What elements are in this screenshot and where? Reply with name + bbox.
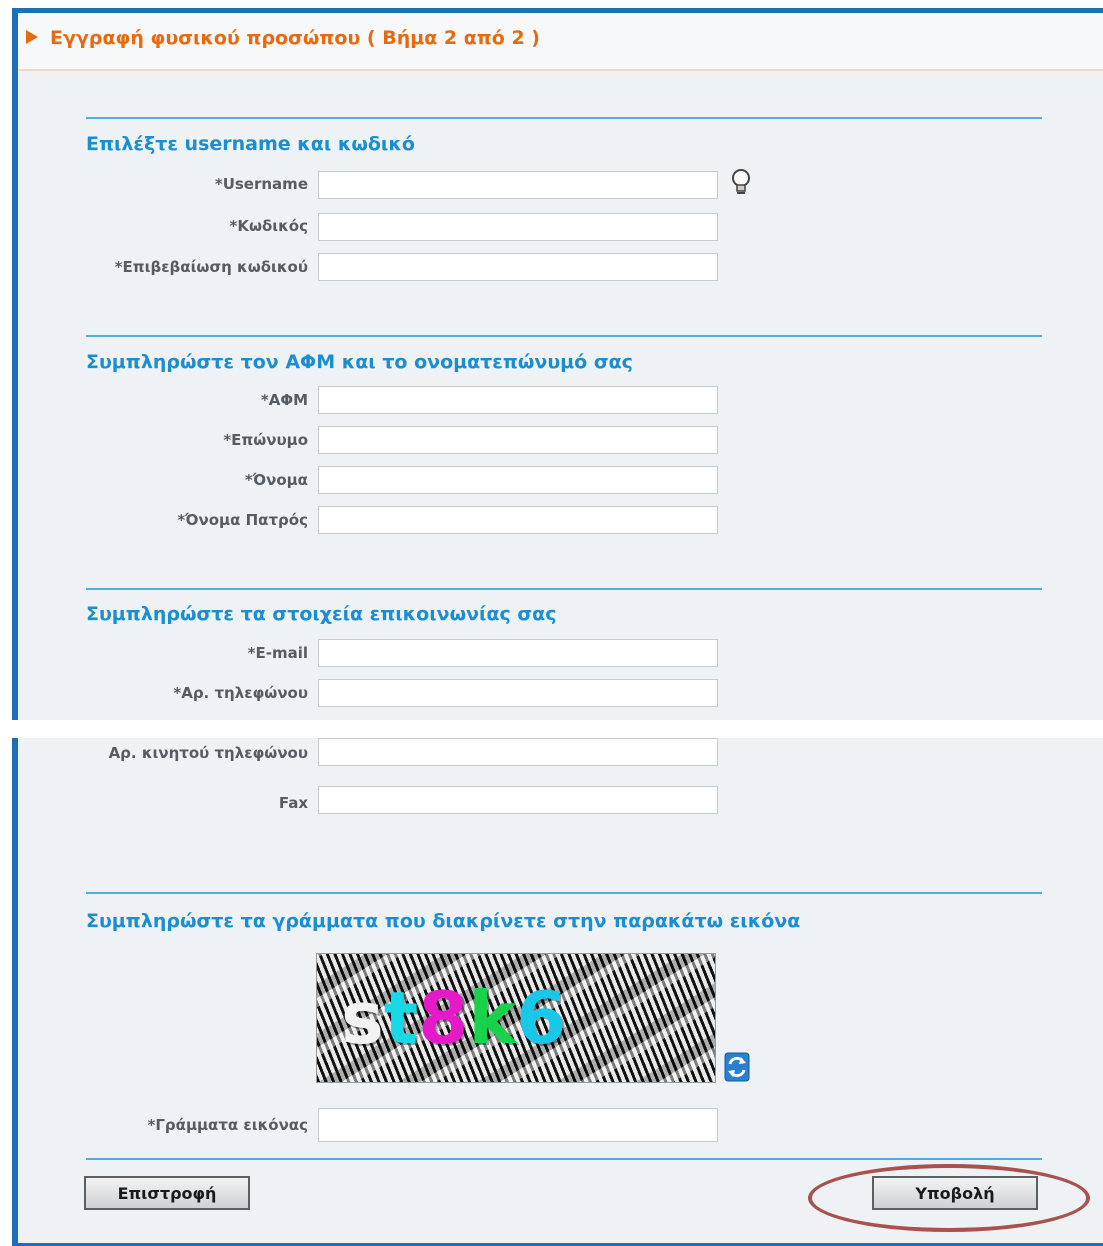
username-label: *Username [214, 175, 308, 193]
afm-label: *ΑΦΜ [260, 391, 308, 409]
captcha-input[interactable] [318, 1108, 718, 1142]
first-name-input[interactable] [318, 466, 718, 494]
back-button[interactable]: Επιστροφή [84, 1176, 250, 1210]
divider [86, 892, 1042, 894]
arrow-right-icon [26, 30, 38, 44]
divider [86, 588, 1042, 590]
password-input[interactable] [318, 213, 718, 241]
captcha-label: *Γράμματα εικόνας [147, 1116, 309, 1134]
registration-form-top: Εγγραφή φυσικού προσώπου ( Βήμα 2 από 2 … [12, 8, 1103, 720]
refresh-icon[interactable] [724, 1052, 750, 1082]
captcha-char: s [341, 976, 384, 1060]
registration-form-bottom: Αρ. κινητού τηλεφώνου Fax Συμπληρώστε τα… [12, 738, 1103, 1246]
mobile-input[interactable] [318, 738, 718, 766]
section-title-captcha: Συμπληρώστε τα γράμματα που διακρίνετε σ… [86, 910, 801, 932]
afm-input[interactable] [318, 386, 718, 414]
confirm-password-input[interactable] [318, 253, 718, 281]
captcha-image: st8k6 [316, 953, 716, 1083]
fax-input[interactable] [318, 786, 718, 814]
divider [86, 1158, 1042, 1160]
captcha-char: 6 [516, 976, 567, 1060]
surname-input[interactable] [318, 426, 718, 454]
first-name-label: *Όνομα [244, 471, 308, 489]
captcha-char: 8 [418, 976, 469, 1060]
page-header: Εγγραφή φυσικού προσώπου ( Βήμα 2 από 2 … [18, 13, 1103, 71]
fax-label: Fax [278, 794, 308, 812]
confirm-password-label: *Επιβεβαίωση κωδικού [114, 258, 308, 276]
section-title-contact: Συμπληρώστε τα στοιχεία επικοινωνίας σας [86, 603, 557, 625]
phone-label: *Αρ. τηλεφώνου [173, 684, 308, 702]
mobile-label: Αρ. κινητού τηλεφώνου [108, 744, 308, 762]
captcha-char: t [383, 976, 419, 1060]
phone-input[interactable] [318, 679, 718, 707]
email-input[interactable] [318, 639, 718, 667]
captcha-text: st8k6 [341, 976, 566, 1060]
username-input[interactable] [318, 171, 718, 199]
page-title: Εγγραφή φυσικού προσώπου ( Βήμα 2 από 2 … [50, 27, 540, 49]
password-label: *Κωδικός [229, 217, 308, 235]
section-title-account: Επιλέξτε username και κωδικό [86, 133, 415, 155]
father-name-label: *Όνομα Πατρός [177, 511, 308, 529]
section-title-identity: Συμπληρώστε τον ΑΦΜ και το ονοματεπώνυμό… [86, 351, 633, 373]
captcha-char: k [468, 976, 517, 1060]
surname-label: *Επώνυμο [223, 431, 308, 449]
father-name-input[interactable] [318, 506, 718, 534]
divider [86, 335, 1042, 337]
divider [86, 117, 1042, 119]
lightbulb-icon[interactable] [730, 168, 752, 196]
highlight-annotation [808, 1164, 1090, 1232]
email-label: *E-mail [247, 644, 308, 662]
